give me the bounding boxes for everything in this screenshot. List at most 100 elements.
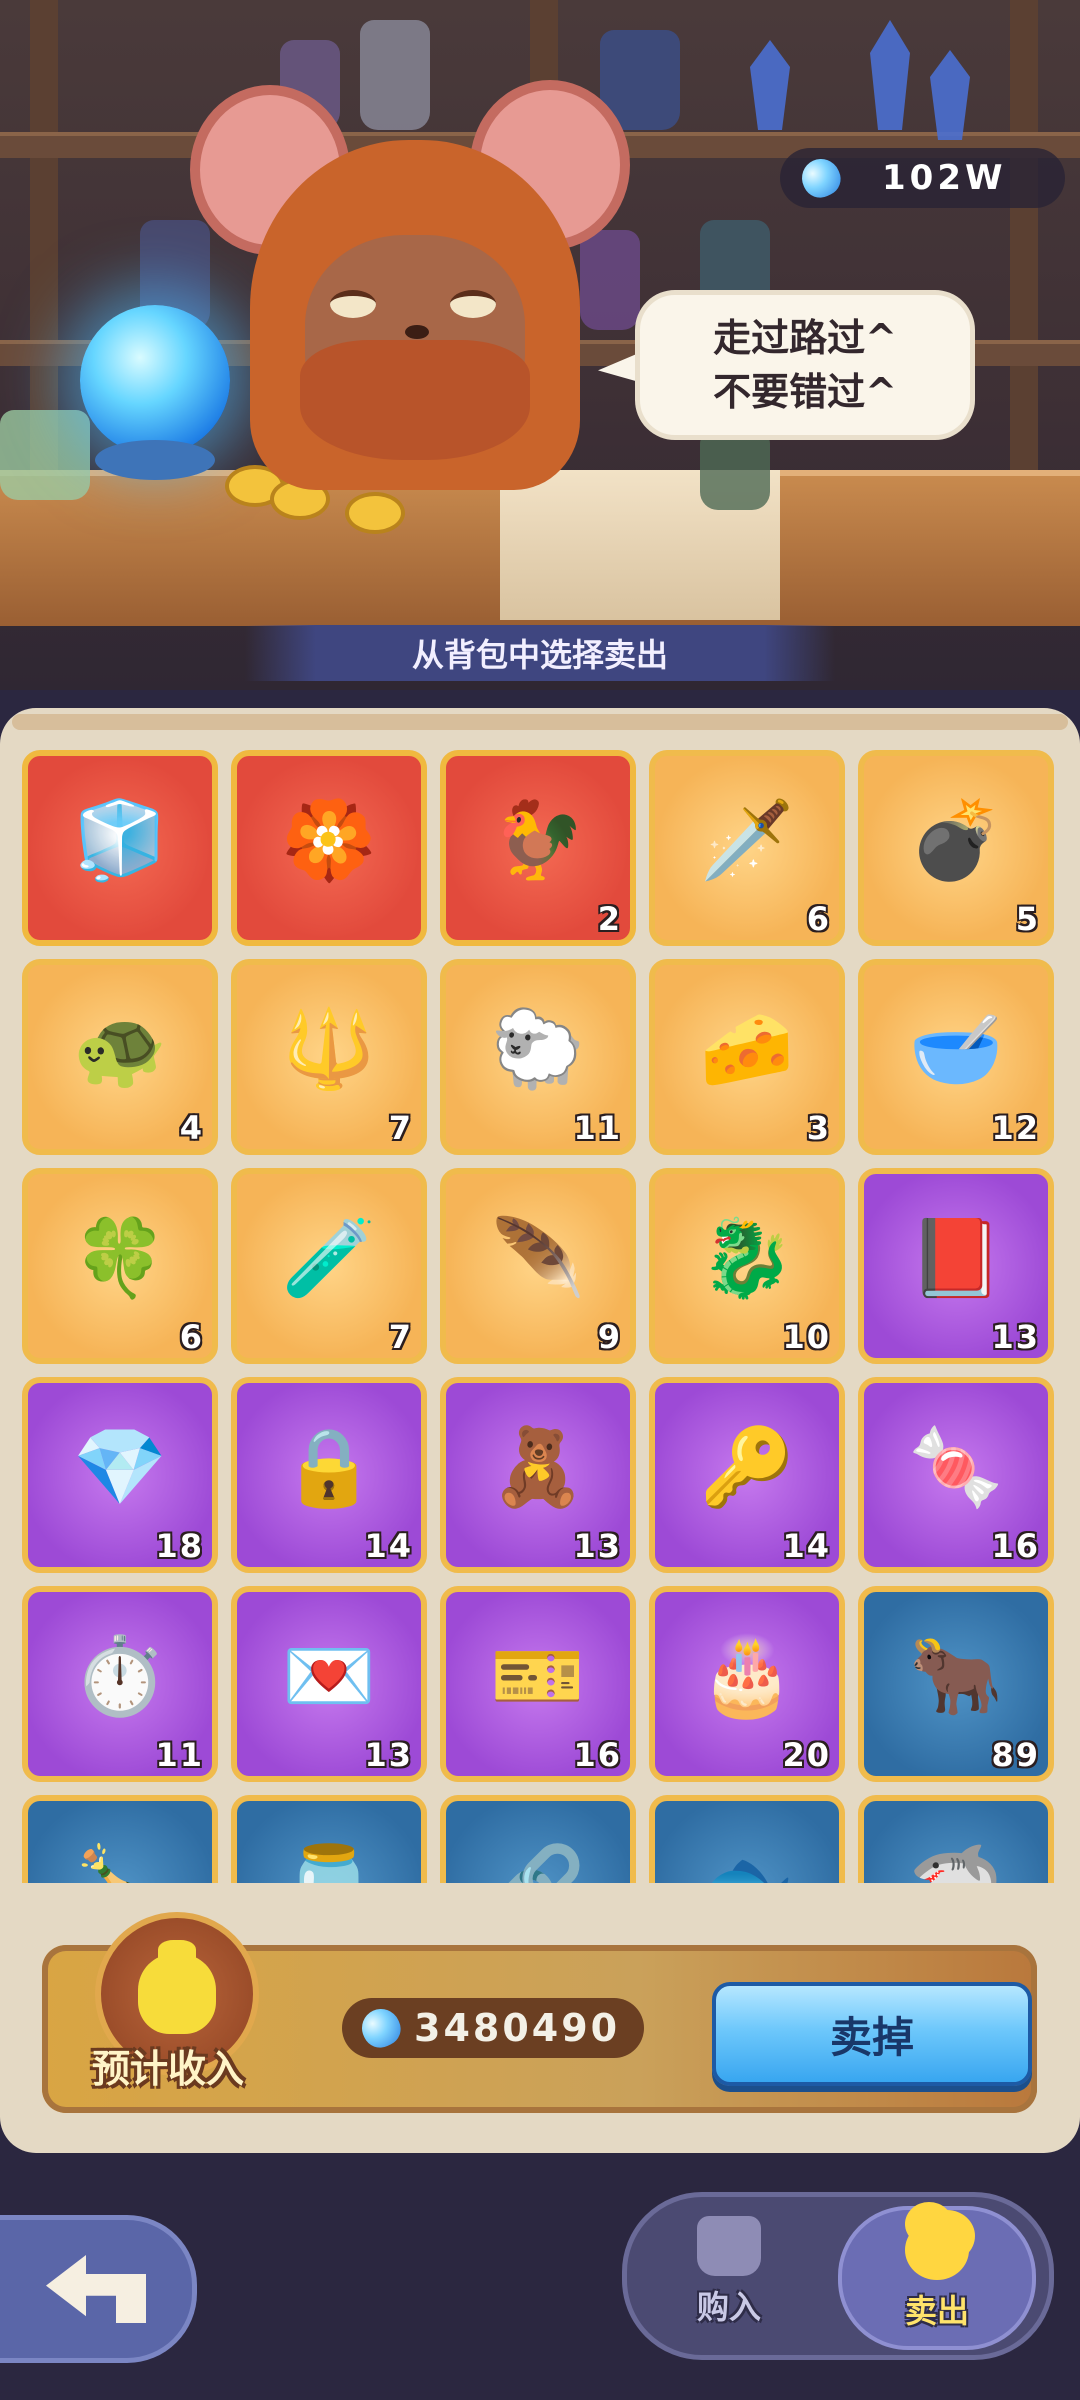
item-count: 4 — [179, 1109, 204, 1147]
inventory-slot[interactable]: 🐢 4 — [22, 959, 218, 1155]
diamond-icon — [355, 2002, 407, 2054]
tab-buy[interactable]: 购入 — [660, 2206, 798, 2342]
inventory-scroll-area[interactable]: 🧊 🏵️ 🐓 2 🗡️ 6 💣 5 🐢 4 🔱 7 🐑 11 🧀 3 🥣 12 🍀 6 🧪 7 🪶 9 🐉 10 📕 13 💎 18 🔒 14… — [0, 740, 1080, 1883]
golden-feather-icon: 🪶 — [490, 1213, 586, 1302]
inventory-slot[interactable]: 🪶 9 — [440, 1168, 636, 1364]
bull-statue-icon: 🐂 — [908, 1631, 1004, 1720]
cake-icon: 🎂 — [699, 1631, 795, 1720]
item-count: 11 — [573, 1109, 622, 1147]
speech-line: 走过路过^ — [713, 316, 897, 360]
crystal-ball-icon — [80, 305, 230, 455]
back-button[interactable] — [0, 2215, 197, 2363]
inventory-slot[interactable]: 📕 13 — [858, 1168, 1054, 1364]
tab-sell-label: 卖出 — [904, 2292, 969, 2330]
item-count: 2 — [597, 900, 622, 938]
inventory-slot[interactable]: 🏵️ — [231, 750, 427, 946]
inventory-slot[interactable]: 🐓 2 — [440, 750, 636, 946]
sell-button[interactable]: 卖掉 — [712, 1982, 1032, 2086]
inventory-slot[interactable]: 🎫 16 — [440, 1586, 636, 1782]
inventory-slot[interactable]: 🔗 — [440, 1795, 636, 1883]
income-value: 3480490 — [414, 2006, 621, 2050]
estimated-income-label: 预计收入 — [92, 2047, 245, 2091]
item-count: 6 — [179, 1318, 204, 1356]
item-count: 89 — [991, 1736, 1040, 1774]
tab-sell[interactable]: 卖出 — [838, 2206, 1036, 2350]
inventory-slot[interactable]: 🐟 — [649, 1795, 845, 1883]
key-icon: 🔑 — [699, 1422, 795, 1511]
item-count: 13 — [364, 1736, 413, 1774]
inventory-slot[interactable]: 🍬 16 — [858, 1377, 1054, 1573]
item-count: 9 — [597, 1318, 622, 1356]
item-count: 7 — [388, 1318, 413, 1356]
item-count: 7 — [388, 1109, 413, 1147]
inventory-slot[interactable]: 🫙 — [231, 1795, 427, 1883]
keyring-icon: 🔗 — [488, 1835, 588, 1884]
shark-fin-icon: 🦈 — [906, 1835, 1006, 1884]
inventory-slot[interactable]: 🧸 13 — [440, 1377, 636, 1573]
item-count: 14 — [364, 1527, 413, 1565]
candy-icon: 🍬 — [908, 1422, 1004, 1511]
currency-value: 102W — [882, 158, 1007, 198]
inventory-slot[interactable]: 🐉 10 — [649, 1168, 845, 1364]
inventory-slot[interactable]: 🥣 12 — [858, 959, 1054, 1155]
inventory-slot[interactable]: 🎂 20 — [649, 1586, 845, 1782]
shopkeeper-eye — [450, 290, 496, 318]
coins-icon — [905, 2220, 969, 2280]
golden-wheel-icon: 🏵️ — [281, 795, 377, 884]
select-to-sell-banner: 从背包中选择卖出 — [245, 625, 835, 681]
inventory-slot[interactable]: 🐑 11 — [440, 959, 636, 1155]
message-bottle-icon: 🍾 — [70, 1835, 170, 1884]
inventory-slot[interactable]: 💌 13 — [231, 1586, 427, 1782]
inventory-slot[interactable]: 🍀 6 — [22, 1168, 218, 1364]
crystal-decor — [870, 20, 910, 130]
potion-bottle-decor — [580, 230, 640, 330]
inventory-slot[interactable]: 🧀 3 — [649, 959, 845, 1155]
inventory-grid: 🧊 🏵️ 🐓 2 🗡️ 6 💣 5 🐢 4 🔱 7 🐑 11 🧀 3 🥣 12 🍀 6 🧪 7 🪶 9 🐉 10 📕 13 💎 18 🔒 14… — [22, 750, 1062, 1883]
item-count: 16 — [573, 1736, 622, 1774]
inventory-slot[interactable]: 🐂 89 — [858, 1586, 1054, 1782]
tab-buy-label: 购入 — [696, 2288, 761, 2326]
item-count: 12 — [991, 1109, 1040, 1147]
item-count: 5 — [1015, 900, 1040, 938]
inventory-slot[interactable]: 🔒 14 — [231, 1377, 427, 1573]
item-count: 10 — [782, 1318, 831, 1356]
inventory-slot[interactable]: 🧊 — [22, 750, 218, 946]
inventory-slot[interactable]: ⏱️ 11 — [22, 1586, 218, 1782]
vip-ticket-icon: 🎫 — [490, 1631, 586, 1720]
shopping-bag-icon — [697, 2216, 761, 2276]
inventory-slot[interactable]: 💣 5 — [858, 750, 1054, 946]
golden-sheep-icon: 🐑 — [490, 1004, 586, 1093]
potion-bottle-decor — [700, 430, 770, 510]
inventory-slot[interactable]: 🗡️ 6 — [649, 750, 845, 946]
inventory-slot[interactable]: 🦈 — [858, 1795, 1054, 1883]
chicken-icon: 🐓 — [490, 795, 586, 884]
golden-dragon-icon: 🐉 — [699, 1213, 795, 1302]
potion-bottle-icon: 🧪 — [281, 1213, 377, 1302]
panel-trim — [12, 714, 1068, 730]
red-book-icon: 📕 — [908, 1213, 1004, 1302]
item-count: 13 — [573, 1527, 622, 1565]
inventory-slot[interactable]: 💎 18 — [22, 1377, 218, 1573]
money-bag-icon — [138, 1940, 216, 2034]
item-count: 14 — [782, 1527, 831, 1565]
item-count: 13 — [991, 1318, 1040, 1356]
fish-icon: 🐟 — [697, 1835, 797, 1884]
inventory-slot[interactable]: 🔱 7 — [231, 959, 427, 1155]
income-amount: 3480490 — [342, 1998, 644, 2058]
golden-bowl-icon: 🥣 — [908, 1004, 1004, 1093]
item-count: 20 — [782, 1736, 831, 1774]
crystal-decor — [750, 40, 790, 130]
item-count: 3 — [806, 1109, 831, 1147]
currency-display: 102W — [780, 148, 1065, 208]
inventory-slot[interactable]: 🧪 7 — [231, 1168, 427, 1364]
gem-icon: 💎 — [72, 1422, 168, 1511]
inventory-slot[interactable]: 🔑 14 — [649, 1377, 845, 1573]
item-count: 11 — [155, 1736, 204, 1774]
clover-coin-icon: 🍀 — [72, 1213, 168, 1302]
inventory-slot[interactable]: 🍾 — [22, 1795, 218, 1883]
fork-icon: 🔱 — [281, 1004, 377, 1093]
potion-bottle-decor — [0, 410, 90, 500]
cannon-icon: 💣 — [908, 795, 1004, 884]
coin-icon — [345, 492, 405, 534]
shopkeeper-scarf — [300, 340, 530, 460]
